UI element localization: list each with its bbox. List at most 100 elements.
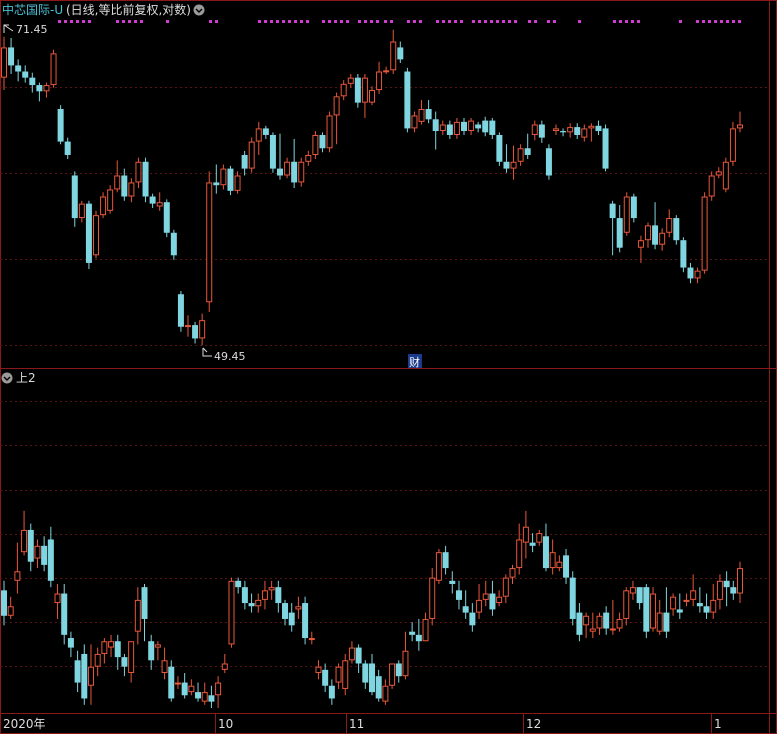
candle[interactable]: [215, 676, 222, 708]
candle[interactable]: [462, 590, 469, 619]
candle[interactable]: [29, 72, 36, 93]
candle[interactable]: [340, 80, 347, 101]
candle[interactable]: [27, 523, 34, 572]
candle[interactable]: [583, 612, 590, 639]
candle[interactable]: [354, 73, 361, 108]
candle[interactable]: [135, 157, 142, 189]
candle[interactable]: [650, 587, 657, 632]
candle[interactable]: [34, 539, 41, 569]
candle[interactable]: [629, 580, 636, 600]
candle[interactable]: [302, 596, 309, 645]
candle[interactable]: [355, 644, 362, 674]
candle[interactable]: [177, 291, 184, 332]
candle[interactable]: [312, 131, 319, 160]
candle[interactable]: [538, 120, 545, 143]
candle[interactable]: [295, 596, 302, 619]
candle[interactable]: [560, 128, 567, 137]
candle[interactable]: [192, 321, 199, 344]
candle[interactable]: [645, 222, 651, 248]
candle[interactable]: [347, 73, 354, 88]
candle[interactable]: [701, 192, 708, 274]
candle[interactable]: [315, 660, 322, 680]
candle[interactable]: [581, 124, 588, 142]
candle[interactable]: [41, 536, 48, 572]
candle[interactable]: [43, 82, 50, 98]
candle[interactable]: [81, 644, 88, 705]
candle[interactable]: [411, 111, 418, 133]
candle[interactable]: [461, 118, 467, 135]
candle[interactable]: [602, 124, 609, 172]
candle[interactable]: [502, 574, 509, 604]
candle[interactable]: [516, 523, 523, 575]
candle[interactable]: [383, 66, 390, 74]
candle[interactable]: [170, 229, 177, 260]
candle[interactable]: [643, 583, 650, 639]
lower-panel-toggle-button[interactable]: [1, 372, 13, 384]
candle[interactable]: [722, 157, 729, 193]
candle[interactable]: [369, 86, 375, 106]
candle[interactable]: [476, 583, 483, 619]
candle[interactable]: [676, 593, 683, 619]
candle[interactable]: [201, 682, 208, 705]
candle[interactable]: [288, 603, 295, 632]
candle[interactable]: [141, 583, 148, 642]
candle[interactable]: [36, 82, 43, 102]
candle[interactable]: [680, 237, 687, 273]
candle[interactable]: [255, 593, 262, 613]
candle[interactable]: [696, 587, 703, 613]
candle[interactable]: [21, 510, 28, 556]
candle[interactable]: [74, 650, 81, 693]
candle[interactable]: [235, 577, 242, 594]
candle[interactable]: [690, 574, 697, 607]
candle[interactable]: [100, 192, 107, 219]
candle[interactable]: [616, 612, 623, 632]
candle[interactable]: [522, 510, 529, 559]
candle[interactable]: [517, 144, 524, 166]
candle[interactable]: [737, 561, 743, 604]
candle[interactable]: [556, 555, 563, 572]
candle[interactable]: [282, 599, 289, 626]
candle[interactable]: [446, 120, 453, 139]
candle[interactable]: [567, 123, 574, 138]
candle[interactable]: [418, 100, 425, 125]
candle[interactable]: [148, 634, 155, 670]
candle[interactable]: [390, 29, 397, 74]
candle[interactable]: [442, 545, 449, 575]
candle[interactable]: [576, 603, 583, 642]
price-candles[interactable]: [1, 29, 743, 346]
candle[interactable]: [269, 132, 276, 173]
candle[interactable]: [715, 167, 722, 179]
candle[interactable]: [149, 193, 156, 208]
candle[interactable]: [453, 118, 460, 139]
candle[interactable]: [609, 200, 616, 256]
candle[interactable]: [659, 228, 666, 251]
candle[interactable]: [107, 185, 114, 214]
candle[interactable]: [509, 564, 516, 584]
candle[interactable]: [50, 49, 57, 88]
candle[interactable]: [15, 59, 22, 82]
candle[interactable]: [221, 653, 228, 674]
indicator-candles[interactable]: [1, 510, 743, 708]
candle[interactable]: [397, 41, 404, 64]
candle[interactable]: [14, 542, 21, 594]
candle[interactable]: [496, 132, 503, 166]
candle[interactable]: [708, 171, 715, 201]
candle[interactable]: [673, 215, 680, 245]
candle[interactable]: [262, 125, 269, 139]
candle[interactable]: [61, 583, 68, 645]
candle[interactable]: [114, 634, 121, 670]
candle[interactable]: [524, 133, 531, 160]
candle[interactable]: [333, 92, 340, 145]
candle[interactable]: [531, 120, 538, 141]
candle[interactable]: [71, 171, 78, 227]
candle[interactable]: [703, 593, 710, 619]
candle[interactable]: [656, 599, 663, 635]
candle[interactable]: [64, 137, 71, 160]
candle[interactable]: [255, 121, 262, 155]
candle[interactable]: [409, 622, 416, 642]
candle[interactable]: [134, 587, 141, 645]
candle[interactable]: [402, 631, 409, 680]
candle[interactable]: [54, 583, 61, 619]
candle[interactable]: [47, 526, 54, 588]
candle[interactable]: [666, 209, 673, 238]
